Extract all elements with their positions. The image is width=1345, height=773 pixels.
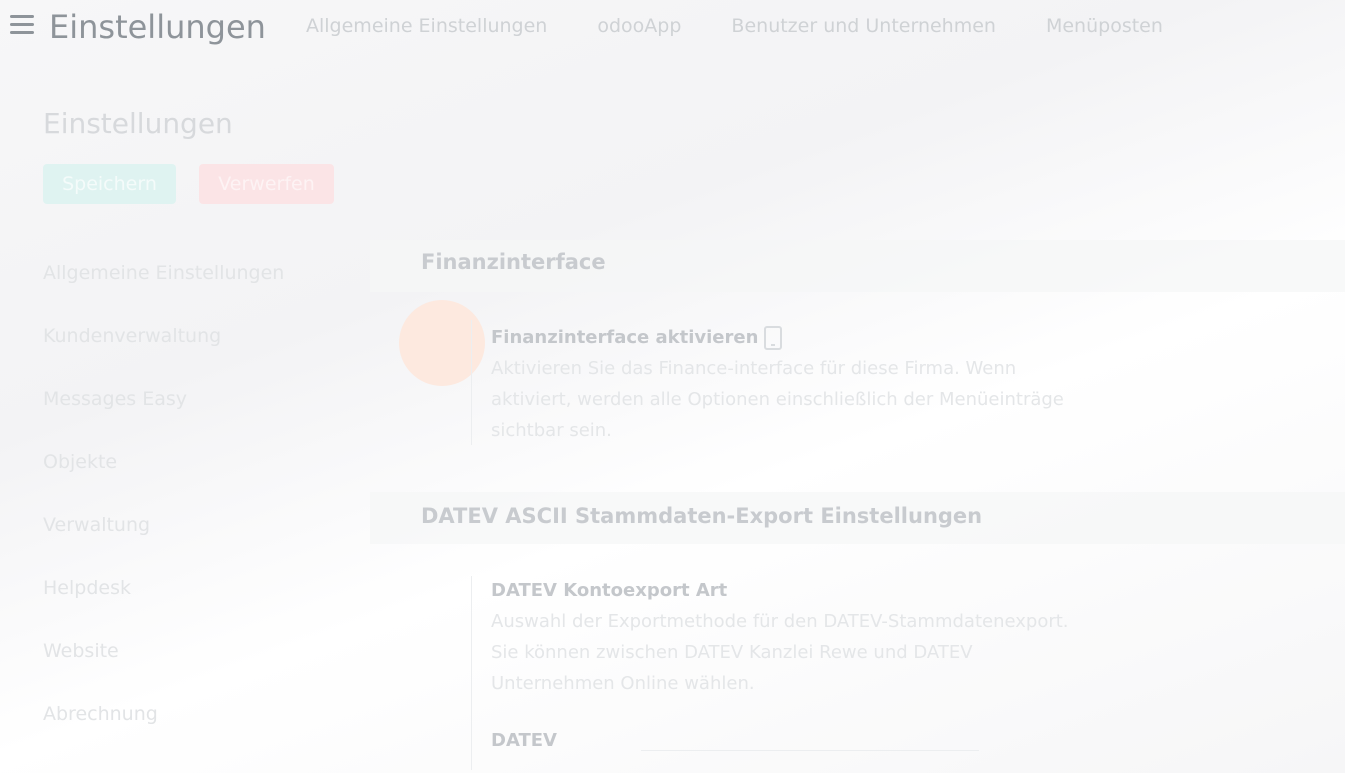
setting-divider [471, 320, 472, 445]
setting-divider [471, 576, 472, 770]
setting-finance-interface-description: Aktivieren Sie das Finance-interface für… [491, 358, 1064, 441]
settings-content: Finanzinterface Finanzinterface aktivier… [360, 230, 1345, 770]
menu-icon[interactable] [10, 15, 34, 37]
sidebar-item-billing[interactable]: Abrechnung [43, 703, 284, 766]
tablet-icon [764, 326, 783, 350]
setting-datev-export-type-description: Auswahl der Exportmethode für den DATEV-… [491, 611, 1069, 694]
sidebar-item-helpdesk[interactable]: Helpdesk [43, 577, 284, 640]
app-title: Einstellungen [49, 8, 266, 46]
top-nav-menu-items[interactable]: Menüposten [1046, 15, 1163, 37]
section-title-datev: DATEV ASCII Stammdaten-Export Einstellun… [421, 504, 983, 528]
sidebar-item-customer-management[interactable]: Kundenverwaltung [43, 325, 284, 388]
top-nav-odooapp[interactable]: odooApp [597, 15, 681, 37]
discard-button[interactable]: Verwerfen [199, 164, 334, 204]
sidebar-item-administration[interactable]: Verwaltung [43, 514, 284, 577]
sidebar-list: Allgemeine Einstellungen Kundenverwaltun… [43, 262, 284, 766]
setting-finance-interface-label: Finanzinterface aktivieren [491, 327, 759, 348]
sidebar-item-messages-easy[interactable]: Messages Easy [43, 388, 284, 451]
sidebar-item-general-settings[interactable]: Allgemeine Einstellungen [43, 262, 284, 325]
setting-datev-export-type-label: DATEV Kontoexport Art [491, 580, 728, 601]
settings-sidebar: Einstellungen Speichern Verwerfen Allgem… [0, 75, 355, 743]
sidebar-item-objects[interactable]: Objekte [43, 451, 284, 514]
setting-finance-interface: Finanzinterface aktivieren [491, 326, 783, 350]
top-nav-general-settings[interactable]: Allgemeine Einstellungen [306, 15, 547, 37]
section-title-finance: Finanzinterface [421, 250, 606, 274]
datev-field-label: DATEV [491, 730, 557, 751]
highlight-circle [399, 300, 485, 386]
top-bar: Einstellungen Allgemeine Einstellungen o… [0, 0, 1345, 56]
save-button[interactable]: Speichern [43, 164, 176, 204]
top-nav-users-companies[interactable]: Benutzer und Unternehmen [731, 15, 996, 37]
top-nav: Allgemeine Einstellungen odooApp Benutze… [306, 15, 1163, 37]
sidebar-item-website[interactable]: Website [43, 640, 284, 703]
sidebar-title: Einstellungen [43, 107, 233, 140]
datev-export-type-field[interactable] [641, 722, 979, 751]
